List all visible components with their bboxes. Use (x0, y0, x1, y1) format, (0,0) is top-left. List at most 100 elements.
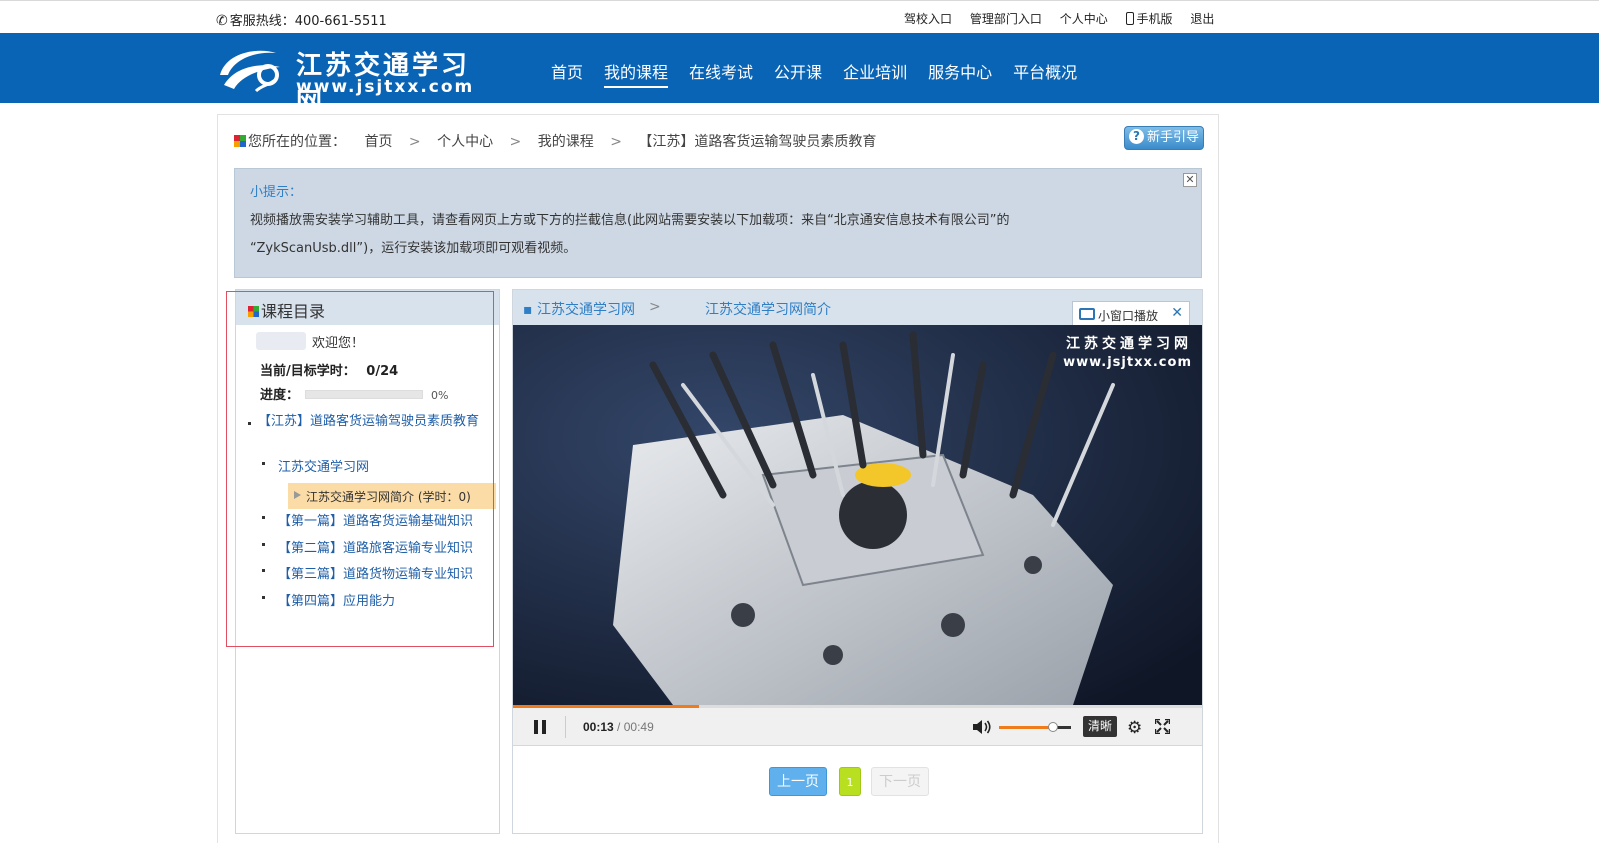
location-flag-icon (234, 135, 246, 147)
hotline-text: 客服热线：400-661-5511 (229, 14, 387, 29)
quality-button[interactable]: 清晰 (1083, 716, 1117, 737)
tree-bullet (262, 569, 265, 572)
volume-knob[interactable] (1048, 722, 1058, 732)
time-separator: / (613, 720, 624, 734)
video-camera-icon (1079, 308, 1095, 320)
volume-slider[interactable] (999, 722, 1071, 732)
next-page-button[interactable]: 下一页 (871, 767, 929, 796)
breadcrumb-prefix: 您所在的位置： (248, 134, 346, 150)
volume-fill (999, 726, 1053, 729)
link-logout[interactable]: 退出 (1190, 10, 1214, 27)
tip-line-1: 视频播放需安装学习辅助工具，请查看网页上方或下方的拦截信息(此网站需要安装以下加… (250, 213, 1010, 228)
current-lesson-label: 江苏交通学习网简介 (学时：0) (306, 490, 471, 504)
time-current: 00:13 (583, 720, 614, 734)
link-personal-center[interactable]: 个人中心 (1060, 10, 1108, 27)
breadcrumb-sep: > (509, 134, 522, 150)
catalog-flag-icon (248, 306, 259, 317)
video-panel: ▪ 江苏交通学习网 > 江苏交通学习网简介 小窗口播放 ✕ 江苏交通学习网 ww… (512, 289, 1203, 834)
nav-menu: 首页 我的课程 在线考试 公开课 企业培训 服务中心 平台概况 (551, 59, 1098, 88)
progress-percent: 0% (431, 389, 449, 402)
beginner-guide-button[interactable]: ? 新手引导 (1124, 126, 1204, 150)
content-container: 您所在的位置： 首页 > 个人中心 > 我的课程 > 【江苏】道路客货运输驾驶员… (217, 114, 1219, 843)
course-catalog: 课程目录 欢迎您！ 当前/目标学时： 0/24 进度： 0% 【江苏】道路客货运输… (235, 289, 500, 834)
nav-home[interactable]: 首页 (551, 59, 583, 86)
engine-frame-image (513, 325, 1202, 705)
play-triangle-icon (294, 491, 301, 499)
time-total: 00:49 (623, 720, 654, 734)
gear-icon[interactable]: ⚙ (1127, 718, 1142, 738)
nav-service-center[interactable]: 服务中心 (928, 59, 992, 86)
main-nav: 江苏交通学习网 www.jsjtxx.com 首页 我的课程 在线考试 公开课 企业培训… (0, 33, 1599, 118)
logo-mark-icon (220, 50, 280, 93)
video-watermark-title: 江苏交通学习网 (1066, 336, 1192, 352)
breadcrumb-course[interactable]: 【江苏】道路客货运输驾驶员素质教育 (638, 134, 876, 150)
top-bar: ✆ 客服热线：400-661-5511 驾校入口 管理部门入口 个人中心 手机版 … (0, 0, 1599, 33)
tip-line-2: “ZykScanUsb.dll”)，运行安装该加载项即可观看视频。 (250, 241, 577, 256)
fullscreen-icon[interactable] (1155, 719, 1170, 734)
tree-bullet (262, 462, 265, 465)
study-progress: 进度： 0% (260, 384, 448, 403)
phone-icon: ✆ (216, 13, 228, 29)
welcome: 欢迎您！ (256, 332, 364, 351)
breadcrumb: 您所在的位置： 首页 > 个人中心 > 我的课程 > 【江苏】道路客货运输驾驶员… (234, 131, 876, 151)
nav-open-course[interactable]: 公开课 (774, 59, 822, 86)
help-icon: ? (1128, 129, 1144, 144)
mobile-phone-icon (1125, 12, 1134, 25)
video-crumb-site[interactable]: ▪ 江苏交通学习网 (523, 299, 635, 319)
controls-divider (565, 716, 566, 738)
nav-enterprise-training[interactable]: 企业培训 (843, 59, 907, 86)
catalog-title: 课程目录 (261, 302, 326, 321)
tree-chapter-intro[interactable]: 江苏交通学习网 (278, 456, 369, 475)
tree-bullet (248, 422, 251, 425)
mini-window-label: 小窗口播放 (1098, 309, 1159, 323)
breadcrumb-sep: > (408, 134, 421, 150)
logo-url: www.jsjtxx.com (296, 77, 475, 97)
tree-chapter-4[interactable]: 【第四篇】应用能力 (278, 590, 395, 609)
top-links: 驾校入口 管理部门入口 个人中心 手机版 退出 (904, 10, 1228, 27)
link-admin[interactable]: 管理部门入口 (970, 10, 1042, 27)
tree-chapter-1[interactable]: 【第一篇】道路客货运输基础知识 (278, 510, 473, 529)
mini-window-close-icon[interactable]: ✕ (1171, 305, 1183, 321)
user-avatar (256, 332, 306, 350)
video-crumb-sep: > (649, 299, 661, 315)
tip-title: 小提示： (250, 185, 303, 200)
beginner-guide-label: 新手引导 (1146, 130, 1199, 145)
tree-bullet (262, 516, 265, 519)
link-driving-school[interactable]: 驾校入口 (904, 10, 952, 27)
player-controls: 00:13 / 00:49 清晰 ⚙ (513, 708, 1202, 746)
tree-bullet (262, 543, 265, 546)
tree-course[interactable]: 【江苏】道路客货运输驾驶员素质教育 (258, 414, 488, 430)
breadcrumb-sep: > (610, 134, 622, 150)
hours-label: 当前/目标学时： (260, 364, 356, 379)
tree-bullet (262, 596, 265, 599)
hotline: ✆ 客服热线：400-661-5511 (216, 10, 387, 29)
site-logo[interactable]: 江苏交通学习网 www.jsjtxx.com (216, 41, 486, 118)
prev-page-button[interactable]: 上一页 (769, 767, 827, 796)
volume-icon[interactable] (972, 719, 992, 735)
page-number[interactable]: 1 (839, 767, 861, 796)
pause-icon[interactable] (533, 720, 547, 734)
nav-platform-overview[interactable]: 平台概况 (1013, 59, 1077, 86)
time-display: 00:13 / 00:49 (583, 720, 654, 734)
progress-label: 进度： (260, 388, 300, 403)
breadcrumb-personal-center[interactable]: 个人中心 (437, 134, 493, 150)
tree-current-lesson[interactable]: 江苏交通学习网简介 (学时：0) (288, 483, 496, 509)
link-mobile[interactable]: 手机版 (1125, 10, 1173, 27)
nav-my-courses[interactable]: 我的课程 (604, 59, 669, 88)
video-crumb-lesson[interactable]: 江苏交通学习网简介 (705, 299, 831, 319)
tree-chapter-3[interactable]: 【第三篇】道路货物运输专业知识 (278, 563, 473, 582)
welcome-text: 欢迎您！ (312, 336, 365, 351)
hours-value: 0/24 (366, 364, 399, 379)
tree-chapter-2[interactable]: 【第二篇】道路旅客运输专业知识 (278, 537, 473, 556)
video-watermark-url: www.jsjtxx.com (1063, 355, 1192, 370)
breadcrumb-home[interactable]: 首页 (364, 134, 392, 150)
video-breadcrumb: ▪ 江苏交通学习网 > 江苏交通学习网简介 小窗口播放 ✕ (513, 290, 1202, 326)
nav-online-exam[interactable]: 在线考试 (689, 59, 753, 86)
video-crumb-site-label: 江苏交通学习网 (536, 302, 635, 318)
tip-close-icon[interactable]: ✕ (1183, 173, 1197, 187)
tip-body: 视频播放需安装学习辅助工具，请查看网页上方或下方的拦截信息(此网站需要安装以下加… (250, 207, 1190, 263)
breadcrumb-my-courses[interactable]: 我的课程 (538, 134, 594, 150)
tip-box: 小提示： 视频播放需安装学习辅助工具，请查看网页上方或下方的拦截信息(此网站需要… (234, 168, 1202, 278)
mini-window-button[interactable]: 小窗口播放 ✕ (1072, 301, 1190, 326)
video-screen[interactable]: 江苏交通学习网 www.jsjtxx.com (513, 325, 1202, 705)
